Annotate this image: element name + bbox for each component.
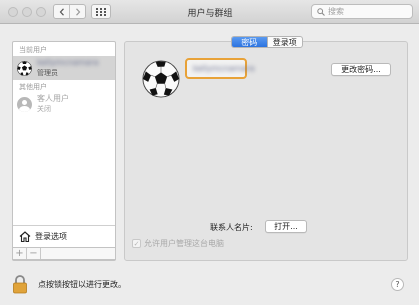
help-button[interactable]: ? [391,278,404,291]
tab-password[interactable]: 密码 [232,37,267,47]
login-options-label: 登录选项 [35,231,67,241]
chevron-left-icon [59,7,64,16]
guest-avatar-icon [17,96,32,112]
change-password-button[interactable]: 更改密码... [331,63,391,76]
user-row-current[interactable]: kellymcnamara 管理员 [13,56,115,80]
navigation-buttons [53,4,86,19]
user-list: 当前用户 kellymcnamara 管理员 其他用户 客人用户 关闭 登录选项 [12,41,116,261]
allow-admin-label: 允许用户管理这台电脑 [144,239,224,248]
current-user-name: kellymcnamara [37,58,99,67]
contact-card-label: 联系人名片: [210,223,253,232]
open-contact-button[interactable]: 打开... [265,220,307,233]
remove-user-button[interactable]: − [27,248,41,259]
users-groups-window: 用户与群组 搜索 当前用户 kellymcnamara 管理员 其他用户 客人用… [0,0,419,305]
allow-admin-checkbox[interactable]: ✓ [132,239,141,248]
current-users-label: 当前用户 [19,46,47,54]
show-all-button[interactable] [91,4,111,19]
search-icon [317,7,325,16]
add-user-button[interactable]: + [13,248,27,259]
search-field[interactable]: 搜索 [311,4,413,19]
back-button[interactable] [54,5,69,18]
house-icon [19,230,31,242]
guest-user-status: 关闭 [37,105,51,113]
full-name-field[interactable]: kellymcnamara [185,58,255,79]
close-window-button[interactable] [8,7,18,17]
grid-icon [96,7,106,16]
login-options-item[interactable]: 登录选项 [13,225,115,246]
zoom-window-button[interactable] [36,7,46,17]
user-picture[interactable] [142,60,180,98]
minimize-window-button[interactable] [22,7,32,17]
lock-icon[interactable] [12,274,28,294]
window-title: 用户与群组 [187,9,233,19]
add-remove-bar: + − [12,247,116,260]
current-user-role: 管理员 [37,69,58,77]
user-row-guest[interactable]: 客人用户 关闭 [13,92,115,116]
tab-login-items[interactable]: 登录项 [266,37,303,47]
detail-tabs: 密码 登录项 [231,36,303,48]
guest-user-name: 客人用户 [37,94,69,103]
allow-admin-option[interactable]: ✓ 允许用户管理这台电脑 [132,238,224,249]
title-bar: 用户与群组 搜索 [0,0,419,24]
soccer-ball-avatar [17,60,32,76]
chevron-right-icon [75,7,80,16]
full-name-value: kellymcnamara [193,64,255,73]
search-placeholder: 搜索 [328,7,344,16]
lock-hint-text: 点按锁按钮以进行更改。 [38,280,126,289]
other-users-label: 其他用户 [19,83,47,91]
forward-button[interactable] [69,5,85,18]
